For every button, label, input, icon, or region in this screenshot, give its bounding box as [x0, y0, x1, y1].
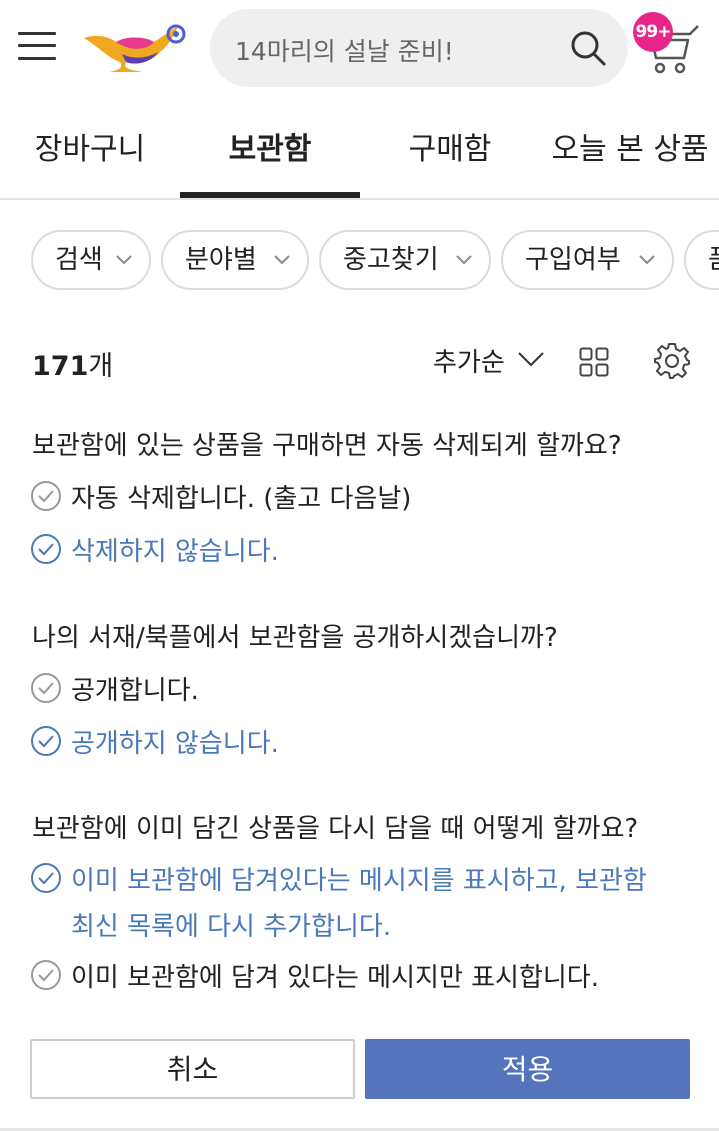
check-circle-icon	[31, 481, 61, 511]
check-circle-icon	[31, 726, 61, 756]
list-toolbar: 171개 추가순	[0, 330, 719, 394]
active-tab-indicator	[180, 192, 360, 198]
tab-purchases[interactable]: 구매함	[360, 110, 540, 198]
cancel-button[interactable]: 취소	[30, 1039, 355, 1099]
chevron-down-icon	[116, 255, 132, 265]
item-count-unit: 개	[88, 351, 114, 382]
menu-icon[interactable]	[18, 30, 58, 62]
option-label: 이미 보관함에 담겨 있다는 메시지만 표시합니다.	[71, 963, 599, 993]
item-count: 171개	[32, 344, 113, 383]
option-message-only[interactable]: 이미 보관함에 담겨 있다는 메시지만 표시합니다.	[30, 959, 650, 993]
tab-recently-viewed[interactable]: 오늘 본 상품	[540, 110, 719, 198]
logo-lamp-icon[interactable]	[82, 20, 190, 76]
option-public[interactable]: 공개합니다.	[30, 672, 230, 706]
cart-button[interactable]: 99+	[632, 12, 704, 76]
search-icon[interactable]	[568, 28, 608, 68]
filter-label: 중고찾기	[343, 245, 439, 275]
option-auto-delete[interactable]: 자동 삭제합니다. (출고 다음날)	[30, 480, 450, 514]
gear-icon[interactable]	[653, 342, 691, 380]
option-label: 공개하지 않습니다.	[71, 729, 279, 759]
option-label: 이미 보관함에 담겨있다는 메시지를 표시하고, 보관함	[71, 866, 647, 896]
tab-bar: 장바구니 보관함 구매함 오늘 본 상품	[0, 110, 719, 200]
apply-button[interactable]: 적용	[365, 1039, 690, 1099]
filter-used-chip[interactable]: 중고찾기	[319, 230, 491, 290]
cart-count-badge: 99+	[633, 12, 673, 52]
filter-more-chip[interactable]: 품	[684, 230, 719, 290]
tab-cart[interactable]: 장바구니	[0, 110, 180, 198]
item-count-value: 171	[32, 351, 89, 382]
option-label: 자동 삭제합니다. (출고 다음날)	[71, 484, 412, 514]
option-label: 삭제하지 않습니다.	[71, 537, 279, 567]
chevron-down-icon	[274, 255, 290, 265]
option-private[interactable]: 공개하지 않습니다.	[30, 725, 300, 759]
filter-label: 검색	[55, 245, 103, 275]
setting-question: 보관함에 있는 상품을 구매하면 자동 삭제되게 할까요?	[32, 431, 622, 461]
filter-bar: 검색 분야별 중고찾기 구입여부 품	[0, 230, 719, 292]
option-no-delete[interactable]: 삭제하지 않습니다.	[30, 533, 300, 567]
tab-wishlist[interactable]: 보관함	[180, 110, 360, 198]
check-circle-icon	[31, 960, 61, 990]
chevron-down-icon	[639, 255, 655, 265]
filter-category-chip[interactable]: 분야별	[161, 230, 309, 290]
check-circle-icon	[31, 534, 61, 564]
option-label-line2: 최신 목록에 다시 추가합니다.	[71, 912, 392, 942]
check-circle-icon	[31, 863, 61, 893]
setting-question: 보관함에 이미 담긴 상품을 다시 담을 때 어떻게 할까요?	[32, 814, 639, 844]
filter-search-chip[interactable]: 검색	[31, 230, 151, 290]
grid-view-icon[interactable]	[579, 347, 609, 377]
filter-label: 구입여부	[525, 245, 621, 275]
setting-question: 나의 서재/북플에서 보관함을 공개하시겠습니까?	[32, 623, 558, 653]
search-input[interactable]: 14마리의 설날 준비!	[235, 32, 454, 68]
filter-purchased-chip[interactable]: 구입여부	[501, 230, 674, 290]
option-label: 공개합니다.	[71, 676, 199, 706]
option-readd-latest[interactable]: 이미 보관함에 담겨있다는 메시지를 표시하고, 보관함 최신 목록에 다시 추…	[30, 862, 690, 942]
chevron-down-icon[interactable]	[517, 351, 545, 367]
search-bar[interactable]: 14마리의 설날 준비!	[210, 9, 628, 87]
filter-label: 품	[708, 245, 719, 275]
filter-label: 분야별	[185, 245, 257, 275]
sort-dropdown[interactable]: 추가순	[433, 342, 505, 379]
check-circle-icon	[31, 673, 61, 703]
app-header: 14마리의 설날 준비! 99+	[0, 0, 719, 96]
chevron-down-icon	[456, 255, 472, 265]
